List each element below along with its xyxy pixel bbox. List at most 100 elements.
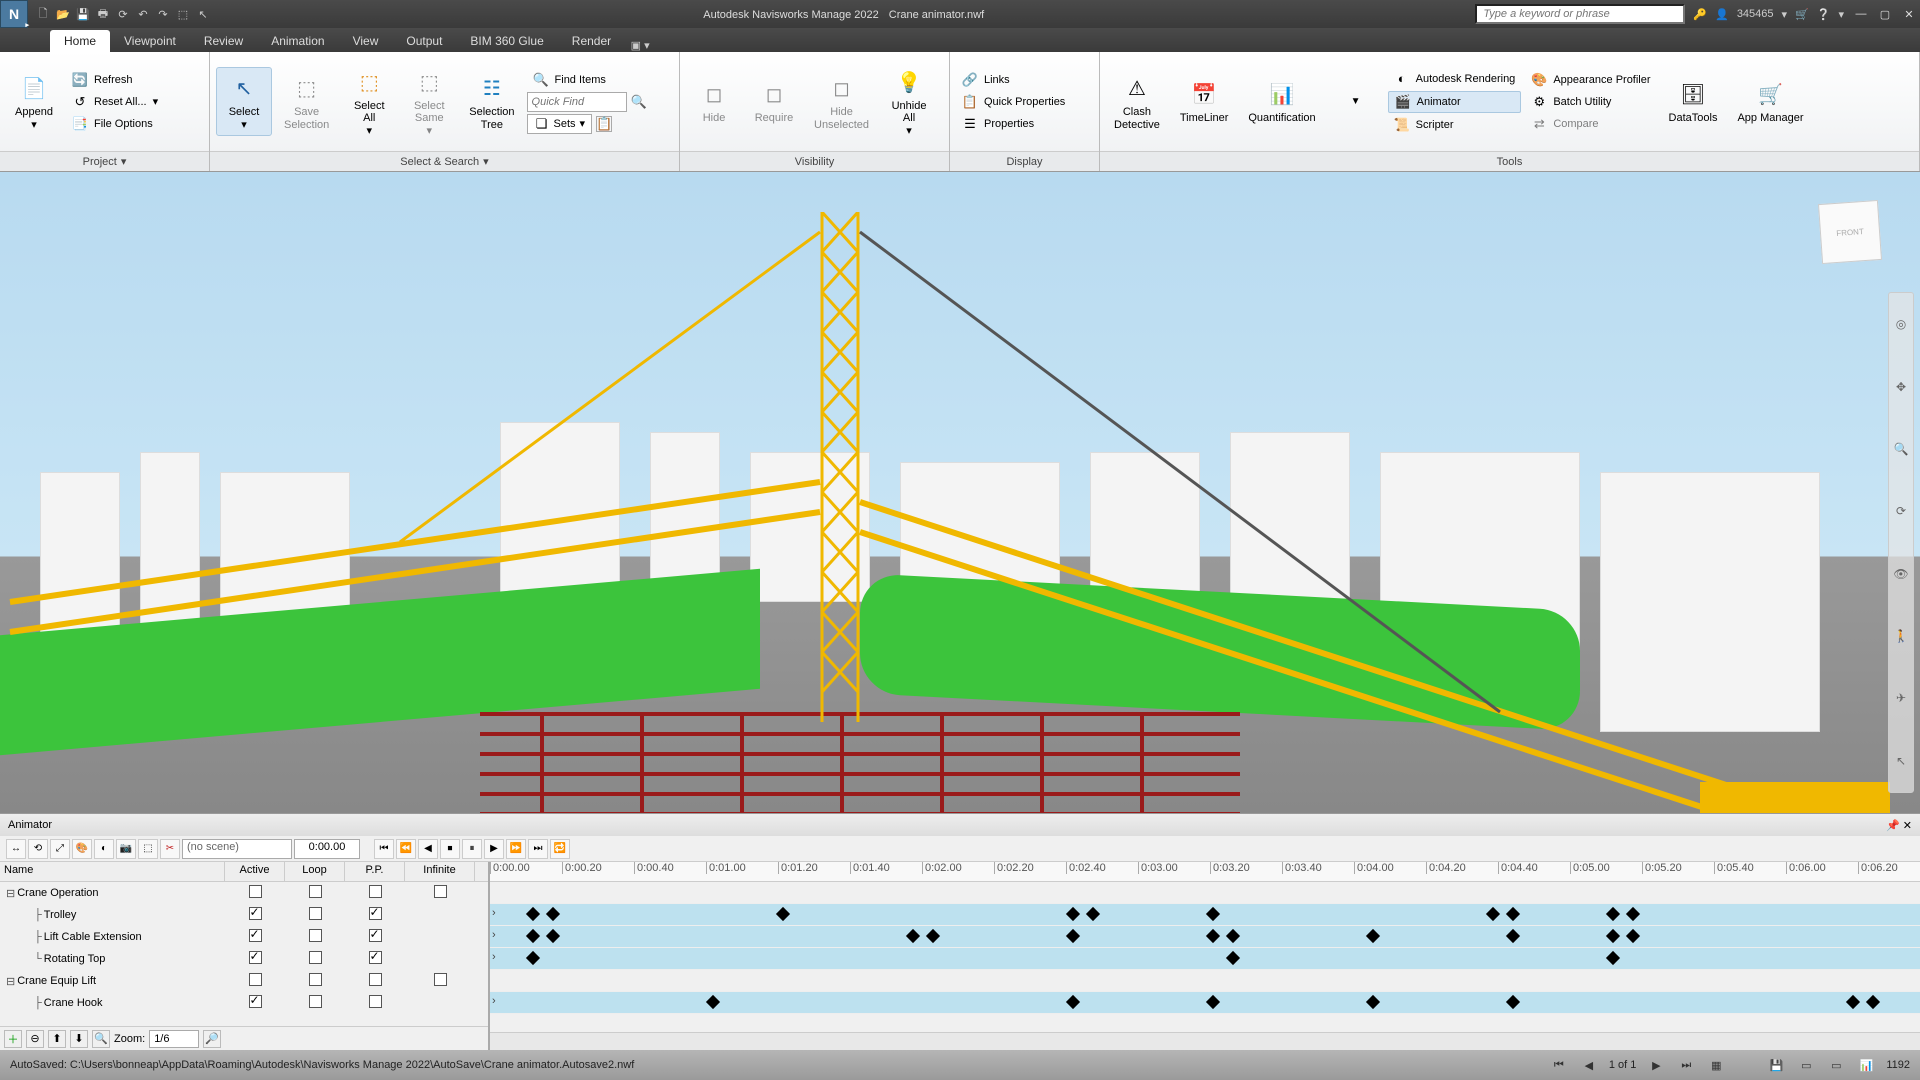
- first-sheet-icon[interactable]: ⏮: [1549, 1056, 1569, 1074]
- infinite-checkbox[interactable]: [434, 885, 447, 898]
- active-checkbox[interactable]: [249, 929, 262, 942]
- pp-checkbox[interactable]: [369, 929, 382, 942]
- active-checkbox[interactable]: [249, 885, 262, 898]
- nav-look-icon[interactable]: 👁: [1893, 567, 1908, 581]
- keyframe[interactable]: [1606, 929, 1620, 943]
- tab-view[interactable]: View: [339, 30, 393, 52]
- panel-project-label[interactable]: Project ▾: [0, 151, 209, 171]
- loop-checkbox[interactable]: [309, 907, 322, 920]
- keyframe[interactable]: [926, 929, 940, 943]
- active-checkbox[interactable]: [249, 995, 262, 1008]
- hide-unselected-button[interactable]: ◻Hide Unselected: [806, 68, 877, 134]
- timeline-row[interactable]: ›: [490, 926, 1920, 948]
- keyframe[interactable]: [1626, 907, 1640, 921]
- tree-row[interactable]: └Rotating Top: [0, 948, 488, 970]
- autodesk-rendering-button[interactable]: ◐Autodesk Rendering: [1388, 69, 1522, 89]
- keyframe[interactable]: [1506, 929, 1520, 943]
- keyframe[interactable]: [1626, 929, 1640, 943]
- loop-checkbox[interactable]: [309, 929, 322, 942]
- app-menu-button[interactable]: N: [0, 0, 28, 28]
- infinite-checkbox[interactable]: [434, 973, 447, 986]
- find-items-button[interactable]: 🔍Find Items: [527, 70, 647, 90]
- ani-color-icon[interactable]: 🎨: [72, 839, 92, 859]
- scene-dropdown[interactable]: (no scene): [182, 839, 292, 859]
- last-sheet-icon[interactable]: ⏭: [1676, 1056, 1696, 1074]
- keyframe[interactable]: [1846, 995, 1860, 1009]
- tree-row[interactable]: ⊟Crane Operation: [0, 882, 488, 904]
- timeliner-button[interactable]: 📅TimeLiner: [1172, 74, 1237, 128]
- keyframe[interactable]: [526, 951, 540, 965]
- tab-animation[interactable]: Animation: [257, 30, 338, 52]
- keyframe[interactable]: [1866, 995, 1880, 1009]
- quantification-button[interactable]: 📊Quantification: [1240, 74, 1323, 128]
- links-button[interactable]: 🔗Links: [956, 70, 1093, 90]
- tab-review[interactable]: Review: [190, 30, 257, 52]
- ani-transparency-icon[interactable]: ◐: [94, 839, 114, 859]
- user-menu-dropdown[interactable]: ▾: [1782, 8, 1788, 21]
- keyframe[interactable]: [1486, 907, 1500, 921]
- help-icon[interactable]: ❔: [1817, 8, 1831, 21]
- animator-button[interactable]: 🎬Animator: [1388, 91, 1522, 113]
- play-icon[interactable]: ▶: [484, 839, 504, 859]
- keyframe[interactable]: [1606, 907, 1620, 921]
- selection-tree-button[interactable]: ☷Selection Tree: [461, 68, 522, 134]
- zoom-in-button[interactable]: 🔍: [92, 1030, 110, 1048]
- keyframe[interactable]: [1366, 929, 1380, 943]
- app-manager-button[interactable]: 🛒App Manager: [1729, 74, 1811, 128]
- keyframe[interactable]: [1066, 929, 1080, 943]
- loop-checkbox[interactable]: [309, 885, 322, 898]
- timeline-scrollbar[interactable]: [490, 1032, 1920, 1050]
- timeline-row[interactable]: [490, 882, 1920, 904]
- zoom-input[interactable]: [149, 1030, 199, 1048]
- reset-all-button[interactable]: ↺Reset All... ▾: [66, 92, 164, 112]
- keyframe[interactable]: [1066, 995, 1080, 1009]
- qat-open-icon[interactable]: 📂: [54, 5, 72, 23]
- timeline-row[interactable]: ›: [490, 904, 1920, 926]
- sets-dropdown[interactable]: ❏Sets ▾: [527, 114, 593, 134]
- keyframe[interactable]: [1066, 907, 1080, 921]
- nav-wheel-icon[interactable]: ◎: [1896, 317, 1906, 331]
- pause-icon[interactable]: ⏸: [462, 839, 482, 859]
- pp-checkbox[interactable]: [369, 973, 382, 986]
- qat-undo-icon[interactable]: ↶: [134, 5, 152, 23]
- qat-save-icon[interactable]: 💾: [74, 5, 92, 23]
- qat-new-icon[interactable]: 🗋: [34, 5, 52, 23]
- tab-overflow-button[interactable]: ▣ ▾: [625, 39, 655, 52]
- compare-button[interactable]: ⇄Compare: [1525, 114, 1656, 134]
- tab-home[interactable]: Home: [50, 30, 110, 52]
- qat-pointer-icon[interactable]: ↖: [194, 5, 212, 23]
- tab-bim360[interactable]: BIM 360 Glue: [456, 30, 557, 52]
- infocenter-icon[interactable]: 🔑: [1693, 8, 1707, 21]
- delete-scene-button[interactable]: ⊖: [26, 1030, 44, 1048]
- perf-disk-icon[interactable]: 💾: [1766, 1056, 1786, 1074]
- animator-close-icon[interactable]: ✕: [1903, 820, 1912, 832]
- move-down-button[interactable]: ⬇: [70, 1030, 88, 1048]
- keyframe[interactable]: [1366, 995, 1380, 1009]
- save-selection-button[interactable]: ⬚Save Selection: [276, 68, 337, 134]
- search-input[interactable]: [1475, 4, 1685, 24]
- tree-row[interactable]: ├Crane Hook: [0, 992, 488, 1014]
- ani-scale-icon[interactable]: ⤢: [50, 839, 70, 859]
- nav-walk-icon[interactable]: 🚶: [1894, 629, 1909, 643]
- col-pp[interactable]: P.P.: [345, 862, 405, 881]
- ani-rotate-icon[interactable]: ⟲: [28, 839, 48, 859]
- keyframe[interactable]: [546, 907, 560, 921]
- loop-checkbox[interactable]: [309, 951, 322, 964]
- append-button[interactable]: 📄 Append▾: [6, 68, 62, 134]
- keyframe[interactable]: [706, 995, 720, 1009]
- pp-checkbox[interactable]: [369, 995, 382, 1008]
- keyframe[interactable]: [1226, 951, 1240, 965]
- datatools-button[interactable]: 🗄DataTools: [1661, 74, 1726, 128]
- loop-checkbox[interactable]: [309, 973, 322, 986]
- rewind-icon[interactable]: ⏮: [374, 839, 394, 859]
- select-button[interactable]: ↖Select▾: [216, 67, 272, 135]
- ani-section-icon[interactable]: ✂: [160, 839, 180, 859]
- timeline-row[interactable]: ›: [490, 948, 1920, 970]
- user-icon[interactable]: 👤: [1715, 8, 1729, 21]
- keyframe[interactable]: [1206, 907, 1220, 921]
- tab-output[interactable]: Output: [392, 30, 456, 52]
- properties-button[interactable]: ☰Properties: [956, 114, 1093, 134]
- tree-row[interactable]: ⊟Crane Equip Lift: [0, 970, 488, 992]
- tree-row[interactable]: ├Lift Cable Extension: [0, 926, 488, 948]
- timeline-ruler[interactable]: 0:00.000:00.200:00.400:01.000:01.200:01.…: [490, 862, 1920, 882]
